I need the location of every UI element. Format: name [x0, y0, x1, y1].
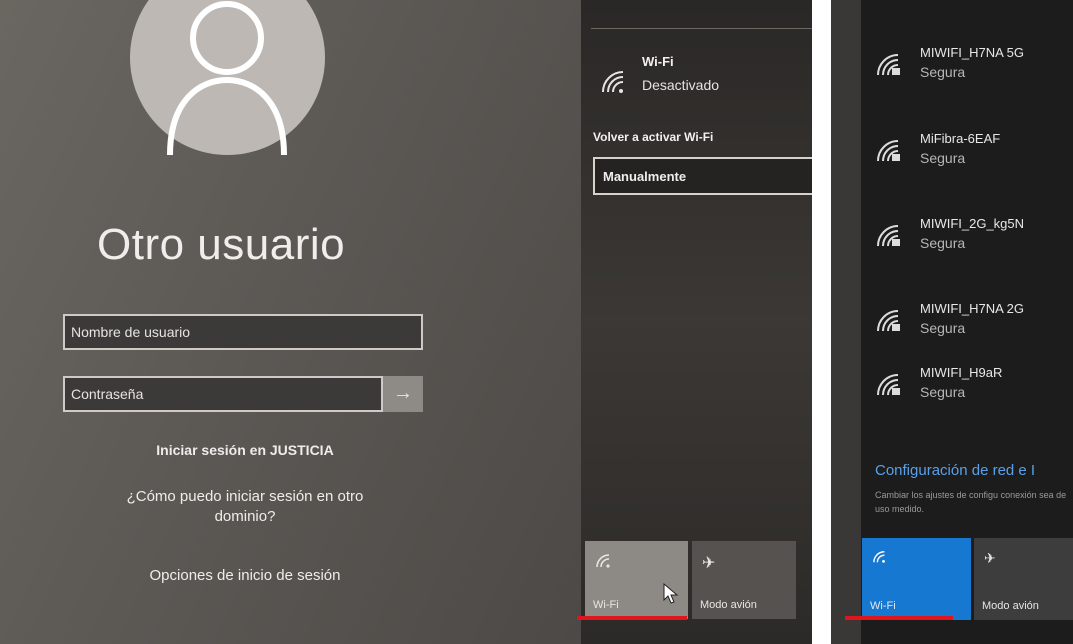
wifi-quick-action-tile[interactable]: Wi-Fi	[585, 541, 688, 619]
signin-justicia-link[interactable]: Iniciar sesión en JUSTICIA	[95, 442, 395, 458]
network-status: Segura	[920, 235, 966, 251]
mouse-cursor-icon	[663, 583, 679, 604]
wifi-off-icon	[602, 71, 624, 93]
network-item[interactable]: MIWIFI_H9aR Segura	[874, 365, 1073, 425]
wifi-quick-action-tile[interactable]: Wi-Fi	[862, 538, 971, 620]
network-status: Segura	[920, 384, 966, 400]
wifi-icon	[873, 551, 885, 563]
network-status: Segura	[920, 150, 966, 166]
network-item[interactable]: MIWIFI_H7NA 5G Segura	[874, 45, 1073, 105]
wifi-status-title: Wi-Fi	[642, 54, 674, 69]
flyout-divider	[591, 28, 812, 29]
wifi-secured-icon	[877, 310, 900, 332]
background-strip	[831, 0, 861, 644]
wifi-status-value: Desactivado	[642, 77, 720, 93]
network-name: MIWIFI_2G_kg5N	[920, 216, 1025, 231]
lock-screen-panel: Otro usuario Nombre de usuario Contraseñ…	[0, 0, 581, 644]
reactivate-wifi-label: Volver a activar Wi-Fi	[593, 130, 714, 144]
network-name: MIWIFI_H7NA 5G	[920, 45, 1025, 60]
wifi-secured-icon	[877, 374, 900, 396]
user-title: Otro usuario	[97, 220, 346, 269]
username-input[interactable]: Nombre de usuario	[63, 314, 423, 350]
user-silhouette-icon	[167, 1, 287, 155]
wifi-icon	[596, 554, 610, 568]
airplane-icon: ✈	[984, 550, 996, 566]
network-settings-link[interactable]: Configuración de red e I	[875, 462, 1035, 479]
network-item[interactable]: MiFibra-6EAF Segura	[874, 131, 1073, 191]
highlight-underline	[577, 616, 687, 620]
network-item[interactable]: MIWIFI_2G_kg5N Segura	[874, 216, 1073, 276]
network-item[interactable]: MIWIFI_H7NA 2G Segura	[874, 301, 1073, 361]
airplane-tile-label: Modo avión	[700, 599, 757, 611]
wifi-tile-label: Wi-Fi	[593, 599, 619, 611]
arrow-right-icon: →	[393, 382, 413, 404]
wifi-secured-icon	[877, 54, 900, 76]
network-name: MIWIFI_H7NA 2G	[920, 301, 1025, 316]
lock-screen-photo: Otro usuario Nombre de usuario Contraseñ…	[0, 0, 812, 644]
wifi-secured-icon	[877, 140, 900, 162]
network-status: Segura	[920, 64, 966, 80]
submit-arrow-button[interactable]: →	[383, 376, 423, 412]
airplane-mode-tile[interactable]: ✈ Modo avión	[974, 538, 1073, 620]
password-input[interactable]: Contraseña	[63, 376, 383, 412]
network-status: Segura	[920, 320, 966, 336]
reactivate-wifi-select[interactable]: Manualmente	[593, 157, 812, 195]
user-avatar	[130, 0, 325, 155]
network-settings-description: Cambiar los ajustes de configu conexión …	[875, 490, 1067, 514]
wifi-list-photo: MIWIFI_H7NA 5G Segura MiFibra-6EAF Segur…	[831, 0, 1073, 644]
network-name: MiFibra-6EAF	[920, 131, 1001, 146]
airplane-icon: ✈	[702, 555, 716, 572]
wifi-secured-icon	[877, 225, 900, 247]
airplane-mode-tile[interactable]: ✈ Modo avión	[692, 541, 796, 619]
network-name: MIWIFI_H9aR	[920, 365, 1003, 380]
other-domain-link[interactable]: ¿Cómo puedo iniciar sesión en otro domin…	[95, 487, 395, 527]
highlight-underline	[845, 616, 953, 620]
airplane-tile-label: Modo avión	[982, 600, 1039, 612]
signin-options-link[interactable]: Opciones de inicio de sesión	[95, 567, 395, 584]
wifi-tile-label: Wi-Fi	[870, 600, 896, 612]
